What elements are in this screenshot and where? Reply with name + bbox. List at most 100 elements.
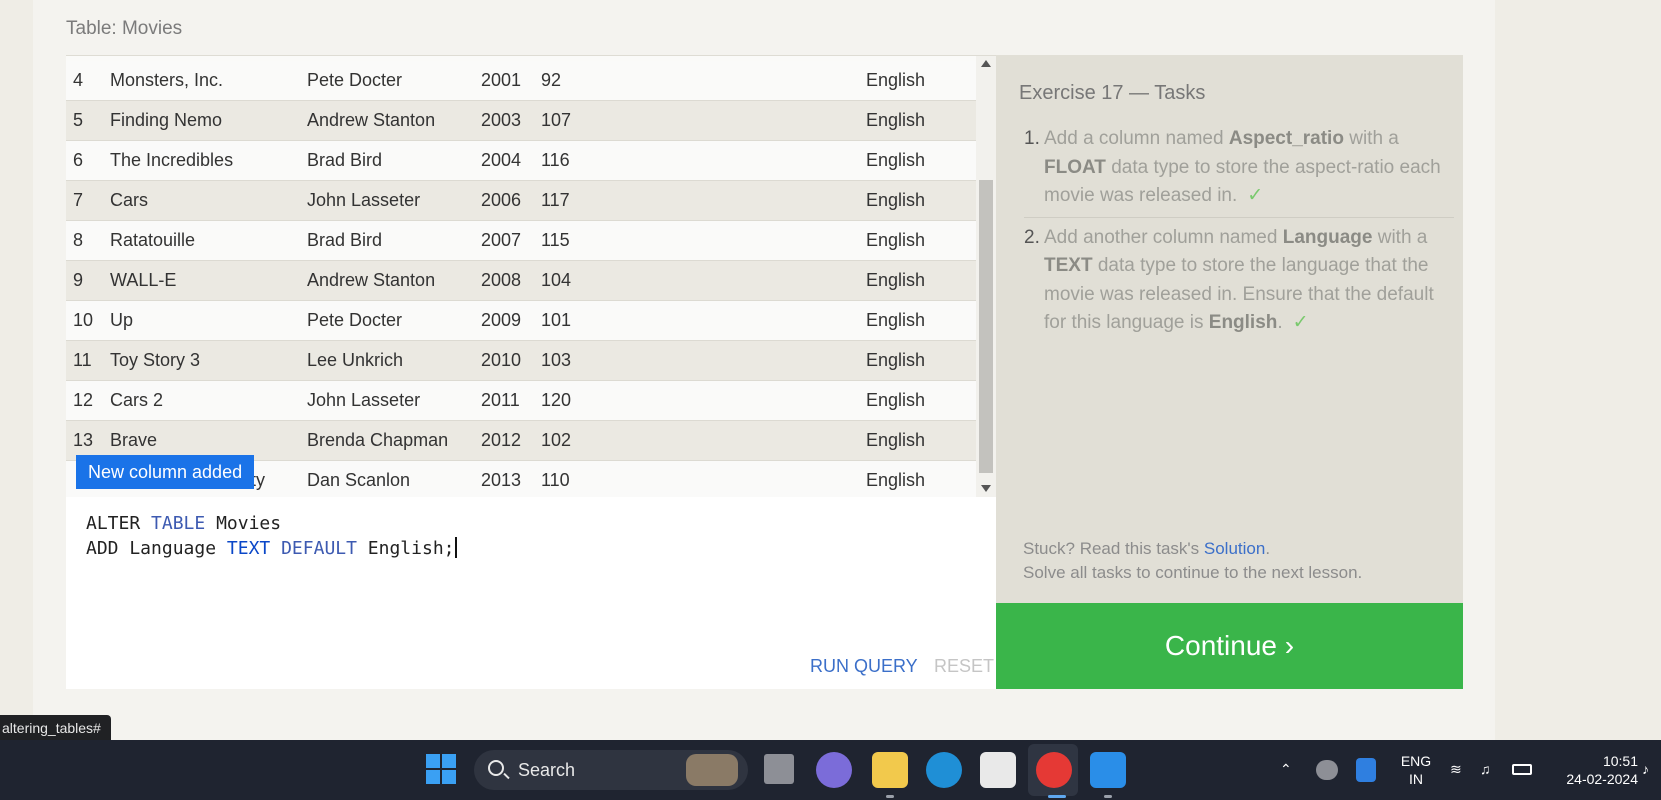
cell-language: English (866, 350, 926, 370)
vscode-icon[interactable] (1090, 752, 1126, 788)
chrome-browser-icon[interactable] (1036, 752, 1072, 788)
code-keyword: DEFAULT (281, 538, 357, 559)
results-table[interactable]: 4 Monsters, Inc. Pete Docter 2001 92 Eng… (66, 55, 996, 497)
table-row: 10 Up Pete Docter 2009 101 English (66, 301, 976, 341)
edge-browser-icon[interactable] (926, 752, 962, 788)
task-item: 2. Add another column named Language with… (1024, 224, 1454, 338)
table-scrollbar[interactable] (976, 56, 996, 497)
task-view-icon[interactable] (764, 754, 794, 784)
cell-year: 2013 (481, 470, 522, 490)
table-row: 4 Monsters, Inc. Pete Docter 2001 92 Eng… (66, 61, 976, 101)
table-row: 12 Cars 2 John Lasseter 2011 120 English (66, 381, 976, 421)
table-row: 7 Cars John Lasseter 2006 117 English (66, 181, 976, 221)
cell-year: 2004 (481, 150, 522, 170)
running-indicator (1104, 795, 1112, 798)
cell-year: 2006 (481, 190, 522, 210)
task-text: with a (1372, 226, 1428, 248)
cell-director: John Lasseter (307, 190, 421, 210)
cell-language: English (866, 230, 926, 250)
volume-icon[interactable]: ♫ (1480, 760, 1491, 778)
task-number: 1. (1024, 128, 1040, 149)
cell-length: 102 (541, 430, 572, 450)
windows-taskbar: Search ⌃ ENG IN ≋ ♫ 10:51 24-02-2024 ♪ (0, 740, 1661, 800)
taskbar-search[interactable]: Search (474, 750, 748, 790)
cell-title: The Incredibles (110, 150, 234, 170)
onedrive-cloud-icon[interactable] (1316, 760, 1338, 780)
scrollbar-thumb[interactable] (979, 180, 993, 473)
cell-length: 120 (541, 390, 572, 410)
help-text: Stuck? Read this task's Solution. Solve … (1023, 537, 1362, 585)
stuck-line: Stuck? Read this task's Solution. (1023, 537, 1362, 561)
security-shield-icon[interactable] (1356, 758, 1376, 782)
cell-length: 107 (541, 110, 572, 130)
cell-title: Finding Nemo (110, 110, 223, 130)
cell-director: John Lasseter (307, 390, 421, 410)
checkmark-icon: ✓ (1292, 312, 1309, 333)
wifi-icon[interactable]: ≋ (1450, 760, 1462, 778)
cell-id: 7 (73, 190, 84, 210)
task-column-name: Aspect_ratio (1228, 128, 1344, 149)
cell-director: Andrew Stanton (307, 110, 436, 130)
cell-year: 2003 (481, 110, 522, 130)
cell-id: 12 (73, 390, 94, 410)
task-list: 1. Add a column named Aspect_ratio with a… (1024, 125, 1454, 338)
search-icon (488, 760, 504, 776)
scroll-down-arrow-icon[interactable] (981, 485, 991, 492)
cell-title: Monsters, Inc. (110, 70, 224, 90)
cell-year: 2012 (481, 430, 522, 450)
cell-title: WALL-E (110, 270, 177, 290)
notification-bell-icon[interactable]: ♪ (1642, 760, 1649, 778)
table-title: Table: Movies (66, 18, 183, 39)
file-explorer-icon[interactable] (872, 752, 908, 788)
running-indicator (886, 795, 894, 798)
cell-length: 103 (541, 350, 572, 370)
table-row: 6 The Incredibles Brad Bird 2004 116 Eng… (66, 141, 976, 181)
language-indicator[interactable]: ENG IN (1396, 752, 1436, 788)
scroll-up-arrow-icon[interactable] (981, 60, 991, 67)
chevron-up-icon[interactable]: ⌃ (1280, 760, 1292, 778)
continue-button[interactable]: Continue › (996, 603, 1463, 689)
query-code[interactable]: ALTER TABLE Movies ADD Language TEXT DEF… (86, 511, 457, 561)
clock[interactable]: 10:51 24-02-2024 (1548, 752, 1638, 788)
language-code: ENG (1400, 753, 1432, 769)
code-keyword: TEXT (226, 538, 271, 559)
text-caret (454, 537, 457, 558)
cell-id: 9 (73, 270, 84, 290)
cell-language: English (866, 310, 926, 330)
cell-id: 5 (73, 110, 84, 130)
cell-director: Pete Docter (307, 70, 403, 90)
cell-id: 4 (73, 70, 84, 90)
run-query-button[interactable]: RUN QUERY (810, 656, 918, 677)
query-editor[interactable]: ALTER TABLE Movies ADD Language TEXT DEF… (66, 497, 996, 689)
reset-button[interactable]: RESET (934, 656, 994, 677)
code-value: English; (367, 538, 455, 559)
exercise-panel: Exercise 17 — Tasks 1. Add a column named… (996, 55, 1463, 603)
cell-length: 117 (541, 190, 570, 210)
microsoft-store-icon[interactable] (980, 752, 1016, 788)
meet-chat-icon[interactable] (816, 752, 852, 788)
table-body: 4 Monsters, Inc. Pete Docter 2001 92 Eng… (66, 61, 976, 497)
solution-link[interactable]: Solution (1204, 539, 1265, 558)
code-keyword: TABLE (151, 513, 206, 534)
task-column-name: Language (1282, 226, 1373, 248)
cell-year: 2011 (481, 390, 520, 410)
cell-title: Up (110, 310, 134, 330)
cell-director: Lee Unkrich (307, 350, 404, 370)
cell-language: English (866, 270, 926, 290)
task-number: 2. (1024, 226, 1040, 248)
cell-language: English (866, 70, 926, 90)
cell-length: 110 (541, 470, 570, 490)
table-row: 11 Toy Story 3 Lee Unkrich 2010 103 Engl… (66, 341, 976, 381)
search-label: Search (518, 760, 576, 780)
cell-year: 2009 (481, 310, 522, 330)
cell-title: Cars 2 (110, 390, 164, 410)
cell-year: 2001 (481, 70, 522, 90)
exercise-title: Exercise 17 — Tasks (1019, 82, 1206, 104)
cell-language: English (866, 150, 926, 170)
windows-start-icon[interactable] (424, 752, 460, 788)
cell-title: Ratatouille (110, 230, 196, 250)
battery-icon[interactable] (1512, 764, 1532, 775)
cell-language: English (866, 390, 926, 410)
cell-id: 8 (73, 230, 84, 250)
clock-time: 10:51 (1602, 753, 1638, 769)
